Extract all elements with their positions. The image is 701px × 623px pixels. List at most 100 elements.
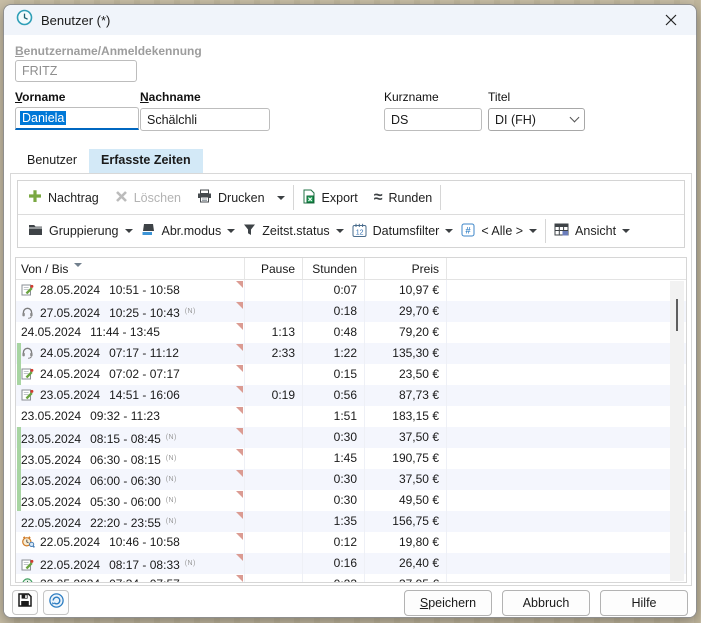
cell-stunden: 0:23 [303, 574, 365, 583]
cell-stunden: 0:56 [303, 385, 365, 406]
note-edit-icon [21, 385, 40, 406]
vertical-scrollbar[interactable] [670, 281, 684, 581]
ansicht-caret [622, 229, 630, 237]
table-row[interactable]: 27.05.202410:25 - 10:43(N)0:1829,70 € [16, 301, 686, 322]
table-row[interactable]: 22.05.202410:46 - 10:580:1219,80 € [16, 532, 686, 553]
calendar-icon: 12 [352, 223, 367, 240]
table-row[interactable]: 23.05.202406:30 - 08:15(N)1:45190,75 € [16, 448, 686, 469]
cell-preis: 19,80 € [365, 532, 447, 553]
cell-preis: 37,95 € [365, 574, 447, 583]
table-row[interactable]: 23.05.202414:51 - 16:060:190:5687,73 € [16, 385, 686, 406]
runden-button[interactable]: ≈ Runden [374, 191, 433, 205]
cell-filler [447, 553, 686, 574]
table-row[interactable]: 22.05.202408:17 - 08:33(N)0:1626,40 € [16, 553, 686, 574]
drucken-button[interactable]: Drucken [197, 189, 265, 206]
scrollbar-thumb[interactable] [676, 299, 678, 331]
table-view-icon [554, 223, 569, 239]
nummernfilter-button[interactable]: # < Alle > [461, 223, 537, 240]
kurzname-input[interactable] [384, 108, 482, 131]
title-bar[interactable]: Benutzer (*) [4, 5, 696, 35]
svg-text:#: # [466, 225, 472, 236]
time-range-text: 10:46 - 10:58 [109, 535, 180, 549]
abbruch-button[interactable]: Abbruch [502, 590, 590, 616]
note-corner-marker [236, 449, 243, 456]
note-corner-marker [236, 575, 243, 582]
time-range-text: 07:17 - 11:12 [109, 346, 179, 360]
datumsfilter-button[interactable]: 12 Datumsfilter [352, 223, 454, 240]
date-text: 22.05.2024 [21, 516, 81, 530]
cell-stunden: 0:15 [303, 364, 365, 385]
table-row[interactable]: 24.05.202411:44 - 13:451:130:4879,20 € [16, 322, 686, 343]
time-range-text: 07:02 - 07:17 [109, 367, 180, 381]
table-row[interactable]: 22.05.202422:20 - 23:55(N)1:35156,75 € [16, 511, 686, 532]
table-row[interactable]: 22.05.202407:34 - 07:570:2337,95 € [16, 574, 686, 583]
cell-filler [447, 280, 686, 301]
loeschen-button[interactable]: Löschen [115, 190, 181, 206]
cell-von-bis: 28.05.202410:51 - 10:58 [16, 280, 245, 301]
column-header-von-bis[interactable]: Von / Bis [16, 258, 245, 279]
nachtrag-button[interactable]: Nachtrag [28, 189, 99, 206]
abrmodus-caret [227, 229, 235, 237]
cell-preis: 29,70 € [365, 301, 447, 322]
datumsfilter-caret [445, 229, 453, 237]
note-corner-marker [236, 386, 243, 393]
column-header-pause[interactable]: Pause [245, 258, 303, 279]
erfasste-zeiten-panel: Nachtrag Löschen Drucken Export [10, 173, 692, 586]
cell-preis: 135,30 € [365, 343, 447, 364]
hilfe-button[interactable]: Hilfe [600, 590, 688, 616]
cell-preis: 156,75 € [365, 511, 447, 532]
tab-benutzer[interactable]: Benutzer [15, 149, 89, 173]
titel-dropdown[interactable]: DI (FH) [488, 108, 585, 131]
cell-von-bis: 23.05.202409:32 - 11:23 [16, 406, 245, 427]
vorname-selected-text: Daniela [20, 111, 66, 125]
zeitststatus-button[interactable]: Zeitst.status [243, 223, 343, 239]
nachname-input[interactable] [140, 108, 270, 131]
date-text: 24.05.2024 [40, 367, 100, 381]
table-row[interactable]: 24.05.202407:02 - 07:170:1523,50 € [16, 364, 686, 385]
headset-icon [21, 303, 40, 322]
column-header-stunden[interactable]: Stunden [303, 258, 365, 279]
zeiten-table: Von / Bis Pause Stunden Preis 28.05.2024… [15, 257, 687, 583]
vorname-field[interactable]: Daniela [15, 107, 139, 130]
time-range-text: 08:15 - 08:45 [90, 432, 161, 446]
gruppierung-button[interactable]: Gruppierung [28, 223, 133, 239]
column-header-preis[interactable]: Preis [365, 258, 447, 279]
footer-bar: Speichern Abbruch Hilfe [4, 586, 696, 618]
abrmodus-button[interactable]: Abr.modus [141, 223, 236, 239]
cell-pause [245, 364, 303, 385]
export-button[interactable]: Export [302, 189, 358, 207]
close-button[interactable] [658, 9, 684, 31]
table-row[interactable]: 23.05.202405:30 - 06:00(N)0:3049,50 € [16, 490, 686, 511]
username-input[interactable] [15, 60, 137, 82]
cell-preis: 183,15 € [365, 406, 447, 427]
cell-stunden: 1:22 [303, 343, 365, 364]
vorname-label: Vorname [15, 90, 65, 104]
cell-preis: 49,50 € [365, 490, 447, 511]
cell-von-bis: 22.05.202410:46 - 10:58 [16, 532, 245, 553]
cell-filler [447, 490, 686, 511]
table-row[interactable]: 23.05.202406:00 - 06:30(N)0:3037,50 € [16, 469, 686, 490]
time-range-text: 11:44 - 13:45 [90, 325, 160, 339]
tab-erfasste-zeiten[interactable]: Erfasste Zeiten [89, 149, 203, 173]
table-row[interactable]: 24.05.202407:17 - 11:122:331:22135,30 € [16, 343, 686, 364]
cell-von-bis: 23.05.202405:30 - 06:00(N) [16, 490, 245, 511]
cell-von-bis: 23.05.202408:15 - 08:45(N) [16, 427, 245, 448]
note-corner-marker [236, 470, 243, 477]
sync-icon-button[interactable] [43, 590, 69, 615]
table-row[interactable]: 28.05.202410:51 - 10:580:0710,97 € [16, 280, 686, 301]
note-corner-marker [236, 533, 243, 540]
drucken-dropdown-caret[interactable] [277, 196, 285, 204]
time-range-text: 06:00 - 06:30 [90, 474, 161, 488]
cell-stunden: 1:35 [303, 511, 365, 532]
cell-pause [245, 490, 303, 511]
speichern-button[interactable]: Speichern [404, 590, 492, 616]
cell-pause [245, 427, 303, 448]
cell-pause [245, 532, 303, 553]
table-row[interactable]: 23.05.202409:32 - 11:231:51183,15 € [16, 406, 686, 427]
cell-von-bis: 23.05.202406:30 - 08:15(N) [16, 448, 245, 469]
table-row[interactable]: 23.05.202408:15 - 08:45(N)0:3037,50 € [16, 427, 686, 448]
tab-bar: Benutzer Erfasste Zeiten [15, 149, 203, 173]
save-icon-button[interactable] [12, 590, 38, 615]
note-edit-icon [21, 555, 40, 574]
ansicht-button[interactable]: Ansicht [554, 223, 630, 239]
